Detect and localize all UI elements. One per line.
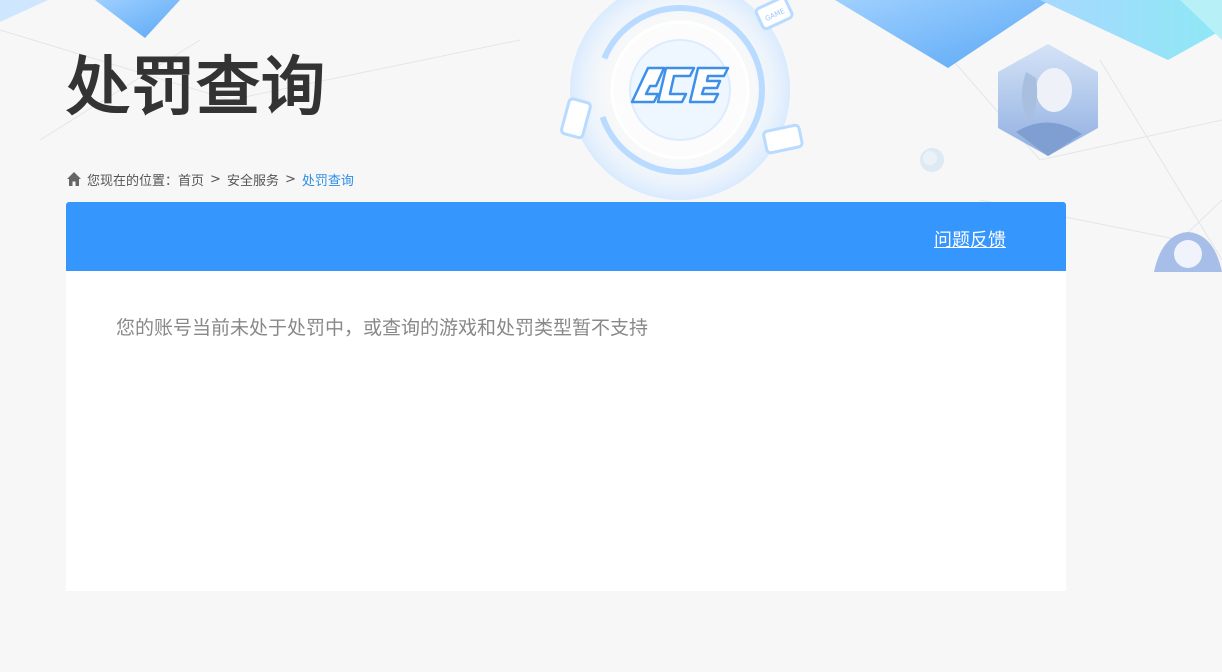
character-portrait bbox=[998, 44, 1098, 156]
status-message: 您的账号当前未处于处罚中，或查询的游戏和处罚类型暂不支持 bbox=[116, 317, 649, 339]
bubble-decoration bbox=[920, 148, 944, 172]
panel-header: 问题反馈 bbox=[66, 202, 1066, 271]
game-device-icon: GAME bbox=[754, 0, 794, 31]
panel-body: 您的账号当前未处于处罚中，或查询的游戏和处罚类型暂不支持 bbox=[66, 271, 1066, 385]
feedback-link[interactable]: 问题反馈 bbox=[934, 226, 1006, 252]
ace-logo bbox=[630, 66, 730, 104]
home-icon bbox=[67, 172, 81, 186]
game-device-icon bbox=[560, 97, 592, 140]
breadcrumb-item-home[interactable]: 首页 bbox=[178, 170, 204, 189]
game-device-icon bbox=[762, 123, 804, 155]
breadcrumb: 您现在的位置： 首页 > 安全服务 > 处罚查询 bbox=[66, 169, 354, 189]
breadcrumb-separator: > bbox=[210, 171, 221, 187]
breadcrumb-prefix: 您现在的位置： bbox=[87, 173, 179, 189]
result-panel: 问题反馈 您的账号当前未处于处罚中，或查询的游戏和处罚类型暂不支持 bbox=[66, 202, 1066, 591]
breadcrumb-item-current: 处罚查询 bbox=[301, 173, 354, 189]
page-title: 处罚查询 bbox=[66, 51, 326, 125]
breadcrumb-separator: > bbox=[284, 171, 296, 187]
svg-text:GAME: GAME bbox=[764, 7, 786, 23]
character-avatar bbox=[1154, 232, 1222, 272]
breadcrumb-item-security-service[interactable]: 安全服务 bbox=[227, 170, 279, 189]
